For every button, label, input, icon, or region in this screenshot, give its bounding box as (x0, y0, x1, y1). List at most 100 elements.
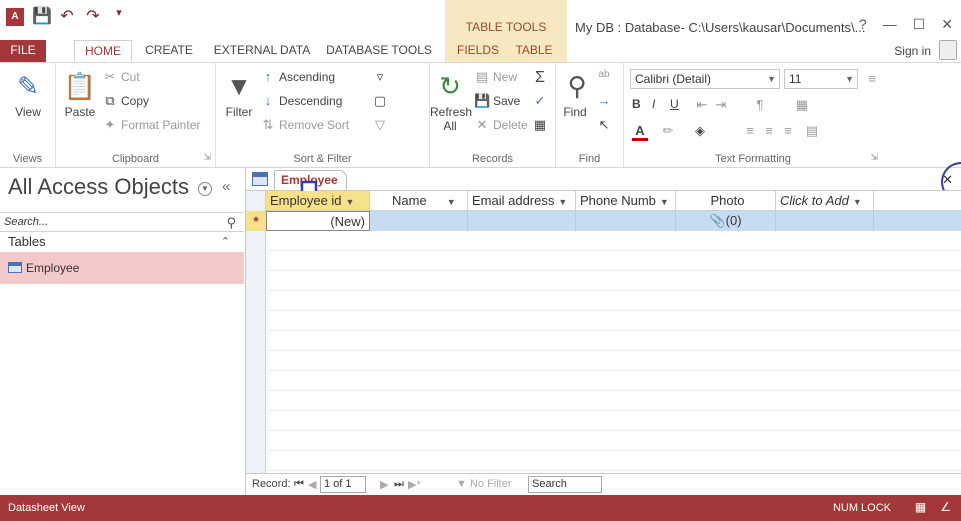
nav-pane-title[interactable]: All Access Objects (8, 174, 189, 200)
paragraph-direction-button[interactable]: ¶ (752, 97, 768, 112)
current-record-field[interactable]: 1 of 1 (320, 476, 366, 493)
ascending-label: Ascending (279, 69, 336, 84)
nav-item-employee[interactable]: Employee (0, 252, 244, 284)
chevron-down-icon[interactable]: ▼ (346, 197, 355, 207)
last-record-icon[interactable]: ⏭ (394, 478, 404, 491)
tab-external-data[interactable]: EXTERNAL DATA (208, 40, 316, 62)
design-view-icon[interactable]: ∠ (940, 500, 951, 514)
nav-menu-chevron-icon[interactable]: ▼ (198, 182, 212, 196)
ribbon: ✎ View Views 📋 Paste ✂ Cut ⧉ Copy ✦ Form… (0, 62, 961, 168)
go-to-button[interactable]: → (596, 93, 612, 108)
click-to-add-cell[interactable] (776, 211, 874, 231)
spelling-button[interactable]: ✓ (532, 93, 548, 109)
advanced-filter-button[interactable]: ▢ (372, 93, 388, 109)
delete-record-button[interactable]: ✕ Delete (474, 117, 528, 133)
highlight-button[interactable]: ✏ (660, 123, 676, 139)
column-header-phone[interactable]: Phone Numb ▼ (576, 191, 676, 211)
record-search-input[interactable]: Search (528, 476, 602, 493)
nav-section-tables[interactable]: Tables ⌃ (0, 232, 244, 252)
fill-color-button[interactable]: ◈ (692, 123, 708, 139)
redo-icon[interactable]: ↷ (84, 6, 102, 26)
select-button[interactable]: ↖ (596, 117, 612, 133)
sign-in-link[interactable]: Sign in (894, 44, 931, 58)
column-header-photo[interactable]: Photo (676, 191, 776, 211)
column-header-name[interactable]: Name ▼ (370, 191, 468, 211)
align-buttons[interactable]: ≡ ≡ ≡ (742, 123, 796, 138)
clipboard-launcher-icon[interactable]: ⇲ (203, 152, 211, 163)
first-record-icon[interactable]: ⏮ (294, 478, 304, 491)
new-record-button[interactable]: ▤ New (474, 69, 517, 85)
employee-id-cell[interactable]: (New) (266, 211, 370, 231)
previous-record-icon[interactable]: ◀ (308, 478, 316, 491)
tab-database-tools[interactable]: DATABASE TOOLS (322, 40, 436, 62)
window-title: My DB : Database- C:\Users\kausar\Docume… (575, 20, 866, 35)
paste-button[interactable]: 📋 Paste (62, 69, 98, 120)
tab-table[interactable]: TABLE (510, 40, 558, 62)
bold-button[interactable]: B (632, 97, 641, 111)
save-icon[interactable]: 💾 (32, 6, 52, 26)
italic-button[interactable]: I (652, 97, 655, 111)
tab-file[interactable]: FILE (0, 40, 46, 62)
chevron-down-icon[interactable]: ▼ (853, 197, 862, 207)
search-icon[interactable]: ⚲ (226, 214, 236, 232)
collapse-pane-icon[interactable]: « (222, 178, 230, 195)
tab-fields[interactable]: FIELDS (452, 40, 504, 62)
nav-search-input[interactable]: Search... ⚲ (0, 212, 244, 232)
save-record-button[interactable]: 💾 Save (474, 93, 520, 109)
email-cell[interactable] (468, 211, 576, 231)
access-app-icon[interactable]: A (6, 8, 24, 26)
column-header-employee-id[interactable]: Employee id ▼ (266, 191, 370, 211)
text-formatting-launcher-icon[interactable]: ⇲ (870, 152, 878, 163)
cut-button[interactable]: ✂ Cut (102, 69, 140, 85)
descending-button[interactable]: ↓ Descending (260, 93, 343, 108)
maximize-button[interactable]: ☐ (913, 16, 926, 33)
chevron-up-icon: ⌃ (220, 236, 230, 248)
font-size-select[interactable]: 11 ▼ (784, 69, 858, 89)
minimize-button[interactable]: — (883, 16, 897, 33)
help-button[interactable]: ? (859, 16, 867, 33)
copy-button[interactable]: ⧉ Copy (102, 93, 149, 109)
refresh-all-button[interactable]: ↻ Refresh All (430, 69, 472, 134)
next-record-icon[interactable]: ▶ (380, 478, 388, 491)
chevron-down-icon[interactable]: ▼ (558, 197, 567, 207)
more-records-button[interactable]: ▦ (532, 117, 548, 133)
view-button[interactable]: ✎ View (8, 69, 48, 120)
remove-sort-button[interactable]: ⇅ Remove Sort (260, 117, 349, 133)
undo-icon[interactable]: ↶ (58, 6, 76, 26)
gridlines-button[interactable]: ▦ (794, 97, 810, 113)
column-header-label: Click to Add (780, 193, 849, 208)
datasheet-view-icon[interactable]: ▦ (915, 500, 926, 514)
underline-button[interactable]: U (670, 97, 679, 111)
selection-filter-button[interactable]: ▿ (372, 69, 388, 85)
column-header-label: Name (392, 193, 427, 208)
phone-cell[interactable] (576, 211, 676, 231)
record-selector-column[interactable] (246, 191, 266, 473)
alt-row-color-button[interactable]: ▤ (804, 123, 820, 139)
name-cell[interactable] (370, 211, 468, 231)
bullets-button[interactable]: ≡ (864, 71, 880, 86)
font-family-select[interactable]: Calibri (Detail) ▼ (630, 69, 780, 89)
no-filter-indicator[interactable]: ▼ No Filter (456, 478, 512, 490)
tab-home[interactable]: HOME (74, 40, 132, 62)
column-header-click-to-add[interactable]: Click to Add ▼ (776, 191, 874, 211)
new-record-star-icon[interactable]: * (246, 211, 266, 231)
column-header-email[interactable]: Email address ▼ (468, 191, 576, 211)
indent-buttons[interactable]: ⇤ ⇥ (694, 97, 729, 113)
chevron-down-icon[interactable]: ▼ (660, 197, 669, 207)
totals-button[interactable]: Σ (532, 69, 548, 87)
photo-cell[interactable]: 📎(0) (676, 211, 776, 231)
tab-create[interactable]: CREATE (138, 40, 200, 62)
new-record-row[interactable]: (New) 📎(0) (266, 211, 961, 231)
find-button[interactable]: ⚲ Find (560, 69, 590, 120)
close-button[interactable]: ✕ (941, 16, 953, 33)
chevron-down-icon[interactable]: ▼ (447, 197, 456, 207)
ascending-button[interactable]: ↑ Ascending (260, 69, 335, 84)
new-blank-record-icon[interactable]: ▶* (408, 478, 421, 491)
filter-button[interactable]: ▼ Filter (222, 69, 256, 120)
font-color-button[interactable]: A (632, 123, 648, 141)
replace-button[interactable]: ab (596, 69, 612, 80)
toggle-filter-button[interactable]: ▽ (372, 117, 388, 133)
format-painter-button[interactable]: ✦ Format Painter (102, 117, 201, 133)
account-picture-icon[interactable] (939, 40, 957, 60)
customize-icon[interactable]: ▾ (110, 6, 128, 26)
